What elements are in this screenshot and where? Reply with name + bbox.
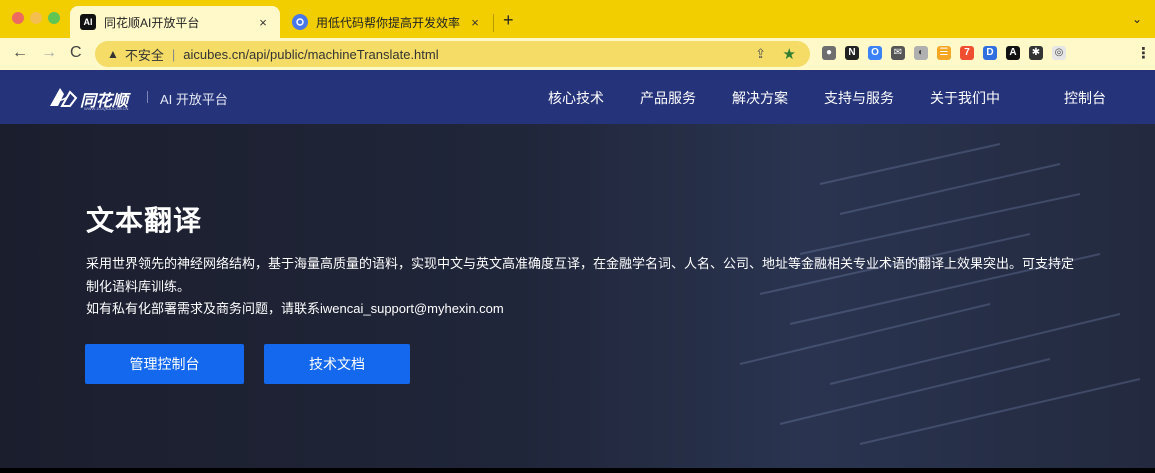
page-title: 文本翻译: [86, 205, 203, 236]
platform-label: AI 开放平台: [160, 92, 228, 107]
browser-menu-icon[interactable]: ⋮: [1136, 44, 1151, 62]
ext-4-icon[interactable]: ✉: [891, 46, 905, 60]
nav-divider: [147, 91, 148, 103]
security-label: 不安全: [124, 47, 164, 63]
share-icon[interactable]: ⇪: [755, 46, 766, 62]
nav-products[interactable]: 产品服务: [640, 88, 696, 108]
omnibox-separator: |: [171, 46, 176, 62]
back-button[interactable]: ←: [12, 44, 28, 62]
minimize-window-button[interactable]: [30, 12, 42, 24]
close-tab-icon[interactable]: ×: [256, 15, 270, 30]
tab-title: 用低代码帮你提高开发效率 - 卡: [316, 15, 462, 30]
close-window-button[interactable]: [12, 12, 24, 24]
nav-core-tech[interactable]: 核心技术: [548, 88, 604, 108]
tonghuashun-logo-icon[interactable]: [48, 84, 78, 110]
tab-title: 同花顺AI开放平台: [104, 15, 200, 30]
nav-solutions[interactable]: 解决方案: [732, 88, 788, 108]
new-tab-button[interactable]: +: [503, 10, 514, 31]
reload-button[interactable]: C: [70, 44, 82, 62]
tab-separator: [493, 14, 494, 32]
nav-console[interactable]: 控制台: [1064, 88, 1106, 108]
ext-2-icon[interactable]: N: [845, 46, 859, 60]
ext-7-icon[interactable]: 7: [960, 46, 974, 60]
nav-support[interactable]: 支持与服务: [824, 88, 894, 108]
close-tab-icon[interactable]: ×: [468, 15, 482, 30]
browser-window: AI 同花顺AI开放平台 × 用低代码帮你提高开发效率 - 卡 × + ⌄ ← …: [0, 0, 1155, 468]
ext-10-icon[interactable]: ✱: [1029, 46, 1043, 60]
ext-6-icon[interactable]: ☰: [937, 46, 951, 60]
ext-5-icon[interactable]: ◐: [914, 46, 928, 60]
forward-button[interactable]: →: [41, 44, 57, 62]
docs-button[interactable]: 技术文档: [264, 344, 410, 384]
tab-lowcode[interactable]: 用低代码帮你提高开发效率 - 卡 ×: [282, 6, 492, 38]
ext-9-icon[interactable]: A: [1006, 46, 1020, 60]
maximize-window-button[interactable]: [48, 12, 60, 24]
warning-icon[interactable]: ▲: [107, 47, 119, 61]
logo-subtext: WWW.10JQKA.COM.CN: [84, 106, 129, 111]
address-bar[interactable]: ▲ 不安全 | aicubes.cn/api/public/machineTra…: [95, 41, 810, 67]
ext-8-icon[interactable]: D: [983, 46, 997, 60]
service-description: 采用世界领先的神经网络结构，基于海量高质量的语料，实现中文与英文高准确度互译，在…: [86, 256, 1075, 294]
tab-aicubes[interactable]: AI 同花顺AI开放平台 ×: [70, 6, 280, 38]
bookmark-star-icon[interactable]: ★: [783, 45, 796, 63]
ext-1-icon[interactable]: ●: [822, 46, 836, 60]
ai-logo-icon: AI: [80, 14, 96, 30]
tab-strip: AI 同花顺AI开放平台 × 用低代码帮你提高开发效率 - 卡 × + ⌄: [0, 0, 1155, 38]
ext-3-icon[interactable]: O: [868, 46, 882, 60]
nav-about[interactable]: 关于我们中: [930, 88, 1000, 108]
tab-search-icon[interactable]: ⌄: [1132, 12, 1142, 26]
browser-toolbar: ← → C ▲ 不安全 | aicubes.cn/api/public/mach…: [0, 38, 1155, 70]
url-text[interactable]: aicubes.cn/api/public/machineTranslate.h…: [183, 47, 438, 62]
site-favicon-icon: [292, 14, 308, 30]
contact-text: 如有私有化部署需求及商务问题，请联系iwencai_support@myhexi…: [86, 301, 504, 316]
ext-11-icon[interactable]: ◎: [1052, 46, 1066, 60]
console-button[interactable]: 管理控制台: [85, 344, 244, 384]
